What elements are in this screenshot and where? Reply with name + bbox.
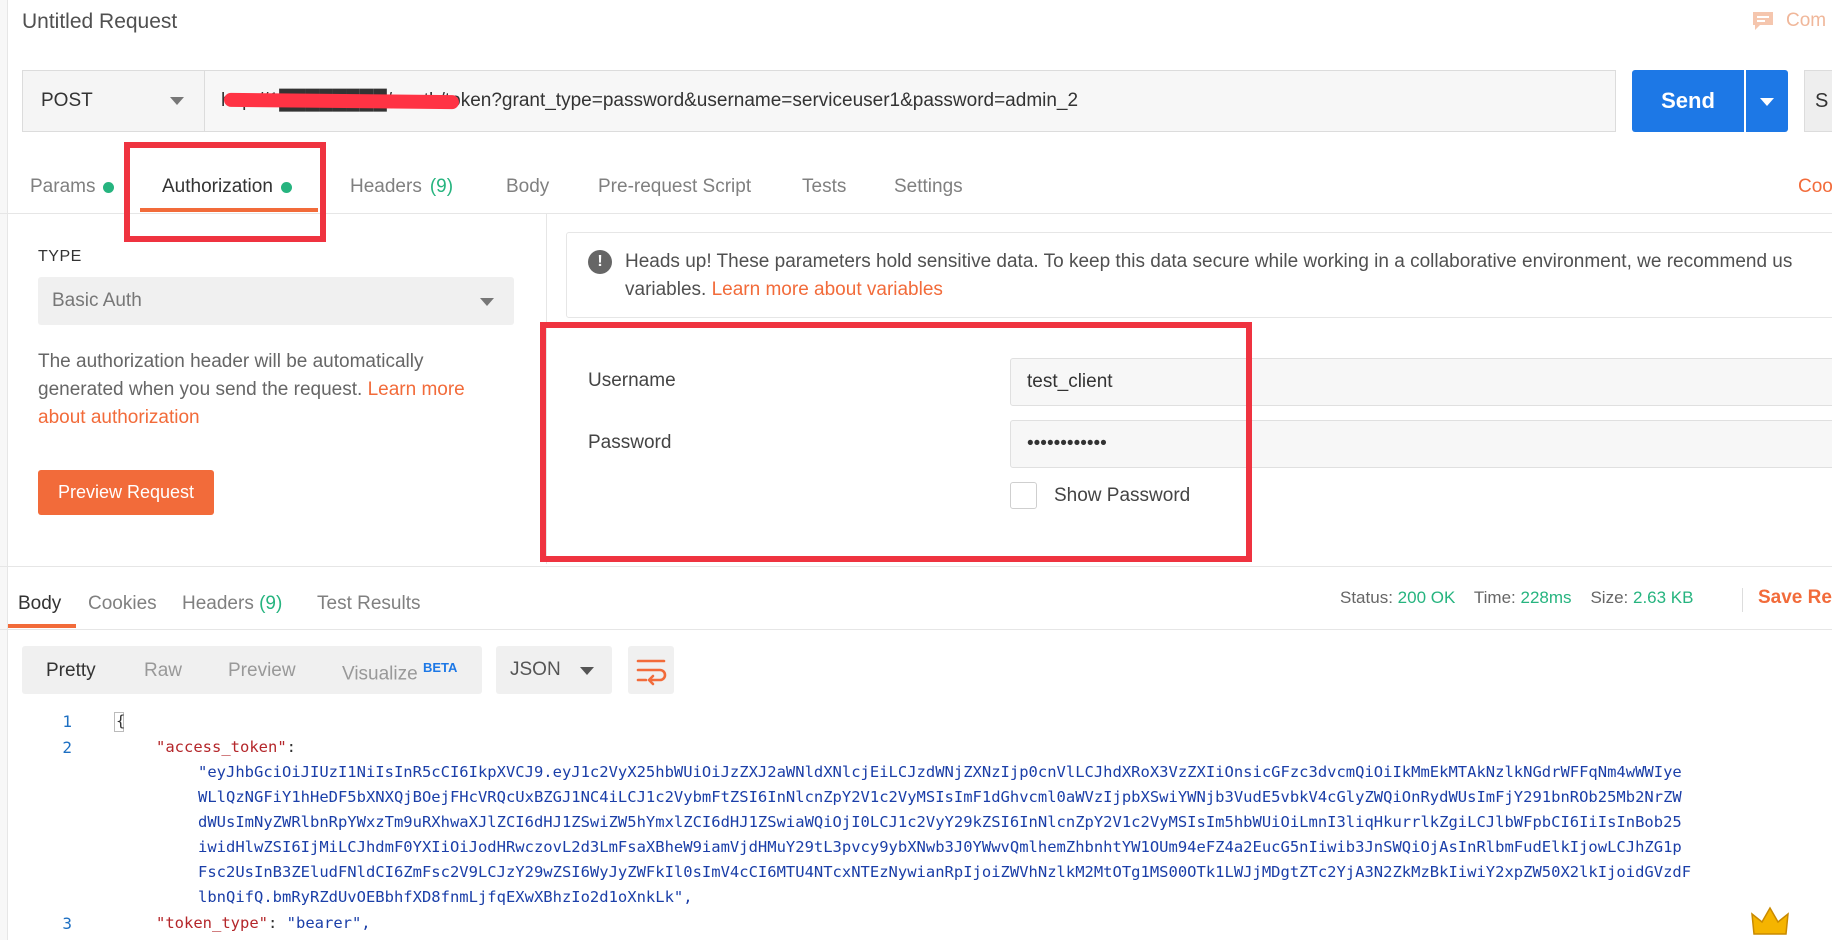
chevron-down-icon <box>1760 98 1774 106</box>
tab-settings[interactable]: Settings <box>894 176 963 198</box>
tab-count: (9) <box>259 593 283 614</box>
response-status-bar: Status: 200 OK Time: 228ms Size: 2.63 KB <box>1340 588 1693 608</box>
preview-request-button[interactable]: Preview Request <box>38 470 214 515</box>
auth-type-value: Basic Auth <box>52 290 142 311</box>
code-line: "token_type": "bearer", <box>156 914 371 932</box>
method-select[interactable]: POST <box>22 70 204 132</box>
tab-label: Tests <box>802 176 847 197</box>
save-response-button[interactable]: Save Res <box>1758 587 1832 609</box>
response-tab-body[interactable]: Body <box>18 593 61 615</box>
tab-pre-request-script[interactable]: Pre-request Script <box>598 176 751 198</box>
learn-more-variables-link[interactable]: Learn more about variables <box>712 279 943 300</box>
tab-label: Pre-request Script <box>598 176 752 197</box>
time-value[interactable]: 228ms <box>1521 588 1572 607</box>
chevron-down-icon <box>170 97 184 105</box>
line-number: 3 <box>62 914 72 933</box>
annotation-box-credentials <box>540 322 1252 562</box>
time-label: Time: <box>1473 588 1516 607</box>
tab-label: Headers <box>182 593 254 614</box>
response-tab-cookies[interactable]: Cookies <box>88 593 157 615</box>
code-open-brace: { <box>116 712 126 730</box>
wrap-lines-button[interactable] <box>628 646 674 694</box>
comments-label: Com <box>1786 10 1827 31</box>
response-tab-test-results[interactable]: Test Results <box>317 593 420 615</box>
tab-label: Params <box>30 176 96 197</box>
redaction-mark <box>223 92 460 110</box>
format-select-value: JSON <box>510 659 561 680</box>
format-visualize[interactable]: Visualize BETA <box>342 660 457 685</box>
response-tab-headers[interactable]: Headers (9) <box>182 593 282 615</box>
beta-badge: BETA <box>422 660 458 675</box>
json-key: "token_type" <box>156 914 268 932</box>
notice-line-2-text: variables. <box>625 279 707 300</box>
auth-description: The authorization header will be automat… <box>38 348 498 432</box>
send-options-button[interactable] <box>1746 70 1788 132</box>
chevron-down-icon <box>580 667 594 675</box>
format-visualize-label: Visualize <box>342 663 418 685</box>
line-number: 2 <box>62 738 72 757</box>
size-value[interactable]: 2.63 KB <box>1633 588 1694 607</box>
auth-type-select[interactable]: Basic Auth <box>38 277 514 325</box>
tab-body[interactable]: Body <box>506 176 549 198</box>
code-line: iwidHlwZSI6IjMiLCJhdmF0YXIiOiJodHRwczovL… <box>198 838 1682 856</box>
active-response-tab-underline <box>8 624 76 628</box>
notice-text: Heads up! These parameters hold sensitiv… <box>625 248 1832 304</box>
code-line: Fsc2UsInB3ZEludFNldCI6ZmFsc2V9LCJzY29wZS… <box>198 863 1692 881</box>
json-key: "access_token" <box>156 738 287 756</box>
code-line: WLlQzNGFiY1hHeDF5bXNXQjBOejFHcVRQcUxBZGJ… <box>198 788 1682 806</box>
tab-label: Body <box>506 176 550 197</box>
chevron-down-icon <box>480 298 494 306</box>
wrap-lines-icon <box>636 659 667 686</box>
annotation-box-tab <box>124 142 326 242</box>
line-number: 1 <box>62 712 72 731</box>
type-label: TYPE <box>38 248 82 265</box>
size-label: Size: <box>1590 588 1629 607</box>
save-button[interactable]: S <box>1804 70 1832 132</box>
cookies-link[interactable]: Coo <box>1798 176 1832 198</box>
indicator-dot-icon <box>103 181 115 193</box>
tab-count: (9) <box>429 176 454 197</box>
tab-params[interactable]: Params <box>30 176 115 198</box>
tab-headers[interactable]: Headers (9) <box>350 176 453 198</box>
tab-tests[interactable]: Tests <box>802 176 846 198</box>
comment-icon <box>1753 12 1773 30</box>
status-label: Status: <box>1340 588 1393 607</box>
comments-button[interactable]: Com <box>1752 10 1826 32</box>
code-line: "access_token": <box>156 738 296 756</box>
status-separator <box>1742 588 1743 612</box>
format-raw[interactable]: Raw <box>144 660 182 682</box>
code-line: "eyJhbGciOiJIUzI1NiIsInR5cCI6IkpXVCJ9.ey… <box>198 763 1682 781</box>
tab-label: Settings <box>894 176 963 197</box>
response-body-code[interactable]: 1 2 3 { "access_token": "eyJhbGciOiJIUzI… <box>0 708 1832 940</box>
auth-description-text: The authorization header will be automat… <box>38 351 424 400</box>
json-value: "bearer", <box>286 914 371 932</box>
format-pretty[interactable]: Pretty <box>46 660 96 682</box>
request-title[interactable]: Untitled Request <box>22 10 177 34</box>
tab-label: Headers <box>350 176 422 197</box>
exclamation-icon: ! <box>588 250 612 274</box>
notice-line-1: Heads up! These parameters hold sensitiv… <box>625 251 1793 272</box>
send-button[interactable]: Send <box>1632 70 1744 132</box>
format-select[interactable]: JSON <box>496 646 612 694</box>
notice-line-2: variables. Learn more about variables <box>625 276 1832 304</box>
code-line: lbnQifQ.bmRyRZdUvOEBbhfXD8fnmLjfqEXwXBhz… <box>198 888 693 906</box>
method-value: POST <box>41 90 93 111</box>
status-value[interactable]: 200 OK <box>1398 588 1456 607</box>
code-line: dWUsImNyZWRlbnRpYWxzTm9uRXhwaXJlZCI6dHJ1… <box>198 813 1682 831</box>
crown-icon <box>1750 904 1790 940</box>
format-preview[interactable]: Preview <box>228 660 296 682</box>
